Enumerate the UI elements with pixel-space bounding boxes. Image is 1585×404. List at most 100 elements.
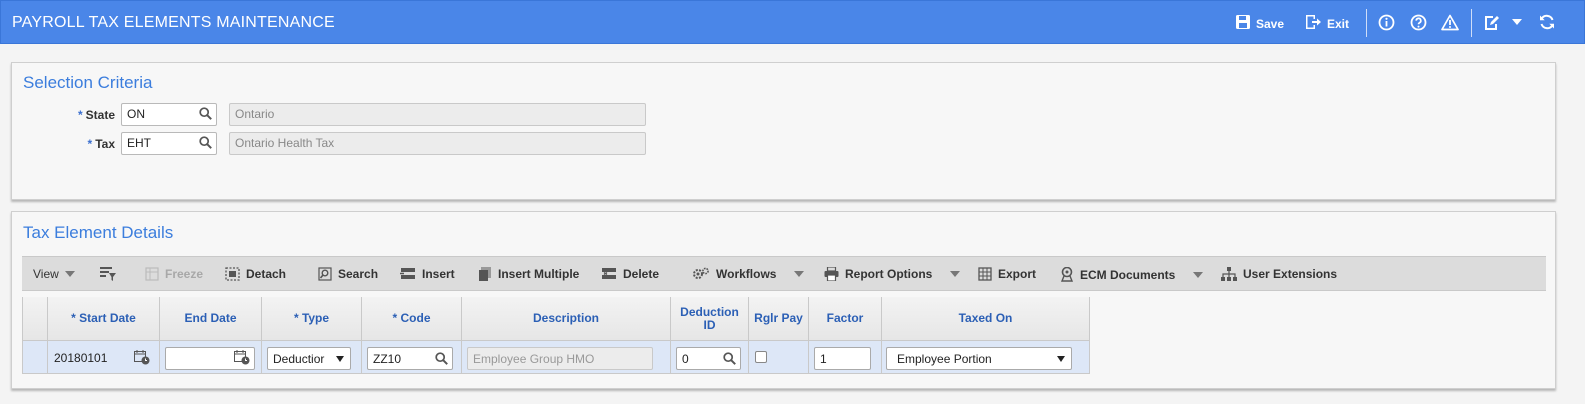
grid-toolbar: View Freeze Detach Search Insert Insert … xyxy=(22,256,1546,291)
row-selector[interactable] xyxy=(22,341,48,374)
code-header-text: * Code xyxy=(392,311,431,325)
delete-button[interactable]: Delete xyxy=(601,267,659,281)
deduction-id-value: 0 xyxy=(682,352,689,366)
factor-header-text: Factor xyxy=(826,311,864,325)
deduction-id-header-line2: ID xyxy=(703,317,716,332)
search-icon[interactable] xyxy=(435,352,448,368)
save-label: Save xyxy=(1256,16,1285,31)
view-label: View xyxy=(33,267,59,281)
rglr-pay-checkbox[interactable] xyxy=(755,351,767,363)
start-date-cell: 20180101 xyxy=(48,341,160,374)
freeze-button: Freeze xyxy=(145,267,203,281)
column-header-type[interactable]: * Type xyxy=(262,297,362,341)
state-description: Ontario xyxy=(235,107,275,121)
warning-icon[interactable] xyxy=(1441,13,1459,31)
column-header-deduction-id[interactable]: Deduction ID xyxy=(671,297,749,341)
title-bar: PAYROLL TAX ELEMENTS MAINTENANCE Save Ex… xyxy=(0,0,1585,44)
insert-button[interactable]: Insert xyxy=(400,267,455,281)
ecm-icon xyxy=(1060,267,1074,282)
description-field: Employee Group HMO xyxy=(467,347,653,370)
taxed-on-select[interactable]: Employee Portion xyxy=(886,347,1072,370)
column-header-description[interactable]: Description xyxy=(462,297,671,341)
user-extensions-button[interactable]: User Extensions xyxy=(1221,267,1337,281)
divider xyxy=(1366,9,1367,37)
code-value: ZZ10 xyxy=(373,352,402,366)
detach-button[interactable]: Detach xyxy=(225,267,286,281)
state-label-text: State xyxy=(85,108,115,122)
printer-icon xyxy=(824,267,839,281)
description-header-text: Description xyxy=(532,311,599,325)
calendar-icon[interactable] xyxy=(234,350,250,368)
exit-button[interactable]: Exit xyxy=(1305,14,1349,33)
insert-multiple-label: Insert Multiple xyxy=(498,267,580,281)
type-select[interactable]: Deductior xyxy=(267,347,351,370)
chevron-down-icon[interactable] xyxy=(1508,13,1526,31)
deduction-id-cell: 0 xyxy=(671,341,749,374)
row-selector-header xyxy=(22,297,48,341)
search-button[interactable]: Search xyxy=(318,267,378,281)
export-button[interactable]: Export xyxy=(978,267,1036,281)
refresh-icon[interactable] xyxy=(1538,13,1556,31)
column-header-factor[interactable]: Factor xyxy=(809,297,882,341)
insert-icon xyxy=(400,268,415,279)
calendar-icon[interactable] xyxy=(134,350,150,368)
column-header-start-date[interactable]: * Start Date xyxy=(48,297,160,341)
workflows-label: Workflows xyxy=(716,267,777,281)
search-icon[interactable] xyxy=(199,107,212,123)
description-cell: Employee Group HMO xyxy=(462,341,671,374)
edit-notes-icon[interactable] xyxy=(1482,13,1500,31)
column-header-rglr-pay[interactable]: Rglr Pay xyxy=(749,297,809,341)
help-icon[interactable] xyxy=(1409,13,1427,31)
column-header-taxed-on[interactable]: Taxed On xyxy=(882,297,1090,341)
column-header-code[interactable]: * Code xyxy=(362,297,462,341)
workflows-menu[interactable]: Workflows xyxy=(692,267,805,281)
report-options-label: Report Options xyxy=(845,267,933,281)
info-icon[interactable] xyxy=(1377,13,1395,31)
delete-icon xyxy=(602,268,616,279)
search-icon[interactable] xyxy=(199,136,212,152)
tax-input[interactable]: EHT xyxy=(121,132,217,155)
rglr-pay-cell xyxy=(749,341,809,374)
deduction-id-header-line1: Deduction xyxy=(680,304,739,319)
type-cell: Deductior xyxy=(262,341,362,374)
chevron-down-icon xyxy=(64,271,75,277)
search-icon xyxy=(318,267,332,281)
selection-criteria-panel: Selection Criteria xyxy=(11,62,1556,200)
factor-cell: 1 xyxy=(809,341,882,374)
freeze-icon xyxy=(145,267,159,281)
taxed-on-header-text: Taxed On xyxy=(958,311,1013,325)
export-icon xyxy=(978,267,992,281)
detach-icon xyxy=(225,267,240,281)
state-input[interactable]: ON xyxy=(121,103,217,126)
ecm-documents-menu[interactable]: ECM Documents xyxy=(1060,267,1204,282)
code-input[interactable]: ZZ10 xyxy=(367,347,453,370)
chevron-down-icon xyxy=(1057,356,1065,362)
factor-value: 1 xyxy=(820,352,827,366)
export-label: Export xyxy=(998,267,1037,281)
tax-label-text: Tax xyxy=(95,137,115,151)
freeze-label: Freeze xyxy=(165,267,204,281)
type-header-text: * Type xyxy=(293,311,330,325)
save-icon xyxy=(1235,14,1251,33)
search-icon[interactable] xyxy=(723,352,736,368)
end-date-cell xyxy=(160,341,262,374)
deduction-id-input[interactable]: 0 xyxy=(676,347,741,370)
tax-description: Ontario Health Tax xyxy=(235,136,335,150)
tax-description-field: Ontario Health Tax xyxy=(229,132,646,155)
chevron-down-icon xyxy=(950,271,961,277)
start-date-value: 20180101 xyxy=(54,351,108,365)
chevron-down-icon xyxy=(336,356,344,362)
save-button[interactable]: Save xyxy=(1235,14,1284,33)
taxed-on-value: Employee Portion xyxy=(897,352,992,366)
filter-icon[interactable] xyxy=(100,267,116,281)
column-header-end-date[interactable]: End Date xyxy=(160,297,262,341)
section-title: Selection Criteria xyxy=(23,73,153,92)
report-options-menu[interactable]: Report Options xyxy=(824,267,961,281)
detach-label: Detach xyxy=(246,267,287,281)
factor-input[interactable]: 1 xyxy=(814,347,871,370)
section-title: Tax Element Details xyxy=(23,223,174,242)
insert-multiple-button[interactable]: Insert Multiple xyxy=(478,267,579,281)
search-label: Search xyxy=(338,267,379,281)
view-menu[interactable]: View xyxy=(33,267,75,281)
page-title: PAYROLL TAX ELEMENTS MAINTENANCE xyxy=(12,14,335,31)
